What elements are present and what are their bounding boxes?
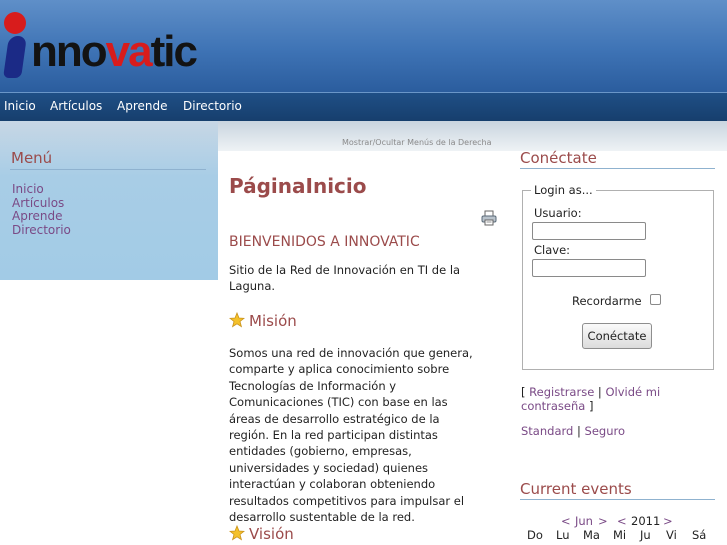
welcome-heading: BIENVENIDOS A INNOVATIC — [229, 234, 420, 250]
security-links: Standard | Seguro — [521, 424, 625, 438]
events-title: Current events — [520, 480, 632, 498]
left-menu-item-inicio[interactable]: Inicio — [12, 182, 71, 197]
calendar-day-header: Lu — [556, 528, 570, 542]
site-header: nnovatic — [0, 0, 727, 92]
nav-inicio[interactable]: Inicio — [4, 99, 36, 113]
calendar-day-header: Ju — [640, 528, 651, 542]
calendar-year: 2011 — [631, 514, 661, 528]
main-nav: Inicio Artículos Aprende Directorio — [0, 92, 727, 122]
prev-year-button[interactable]: < — [617, 514, 627, 528]
vision-heading: Visión — [229, 525, 294, 543]
left-menu-item-aprende[interactable]: Aprende — [12, 210, 71, 224]
mision-text: Somos una red de innovación que genera, … — [229, 346, 473, 525]
account-links: [ Registrarse | Olvidé mi contraseña ] — [521, 385, 661, 413]
password-label: Clave: — [534, 243, 571, 257]
print-icon[interactable] — [481, 210, 497, 226]
vision-title: Visión — [249, 525, 294, 543]
next-year-button[interactable]: > — [663, 514, 673, 528]
standard-link[interactable]: Standard — [521, 424, 573, 438]
remember-checkbox[interactable] — [650, 294, 661, 305]
left-menu-item-directorio[interactable]: Directorio — [12, 223, 71, 238]
password-input[interactable] — [532, 259, 646, 277]
login-divider — [520, 168, 715, 169]
calendar-month: Jun — [575, 514, 593, 528]
events-divider — [520, 499, 715, 500]
logo-dot — [4, 12, 26, 34]
logo-i-stem — [3, 36, 27, 78]
prev-month-button[interactable]: < — [561, 514, 571, 528]
toggle-right-menus-link[interactable]: Mostrar/Ocultar Menús de la Derecha — [342, 138, 492, 147]
star-icon — [229, 525, 245, 541]
nav-aprende[interactable]: Aprende — [117, 99, 167, 113]
nav-articulos[interactable]: Artículos — [50, 99, 102, 113]
nav-directorio[interactable]: Directorio — [183, 99, 242, 113]
login-button[interactable]: Conéctate — [582, 323, 652, 349]
register-link[interactable]: Registrarse — [529, 385, 594, 399]
mision-heading: Misión — [229, 312, 297, 330]
next-month-button[interactable]: > — [598, 514, 608, 528]
calendar-day-header: Do — [527, 528, 543, 542]
remember-label: Recordarme — [572, 294, 642, 308]
star-icon — [229, 312, 245, 328]
left-menu: Inicio Artículos Aprende Directorio — [12, 182, 71, 238]
mision-title: Misión — [249, 312, 297, 330]
forgot-password-link[interactable]: Olvidé mi — [605, 385, 660, 399]
username-input[interactable] — [532, 222, 646, 240]
left-menu-item-articulos[interactable]: Artículos — [12, 196, 71, 211]
page-title: PáginaInicio — [229, 174, 367, 198]
calendar-day-header: Mi — [613, 528, 627, 542]
username-label: Usuario: — [534, 206, 582, 220]
site-logo[interactable]: nnovatic — [31, 30, 198, 74]
calendar-day-header: Vi — [666, 528, 677, 542]
left-menu-title: Menú — [11, 149, 53, 167]
calendar-day-header: Sá — [692, 528, 707, 542]
left-menu-divider — [10, 169, 206, 170]
forgot-password-link-cont[interactable]: contraseña — [521, 399, 585, 413]
login-legend: Login as... — [531, 183, 596, 197]
calendar-day-header: Ma — [583, 528, 600, 542]
intro-text: Sitio de la Red de Innovación en TI de l… — [229, 263, 461, 294]
secure-link[interactable]: Seguro — [585, 424, 625, 438]
login-title: Conéctate — [520, 149, 597, 167]
